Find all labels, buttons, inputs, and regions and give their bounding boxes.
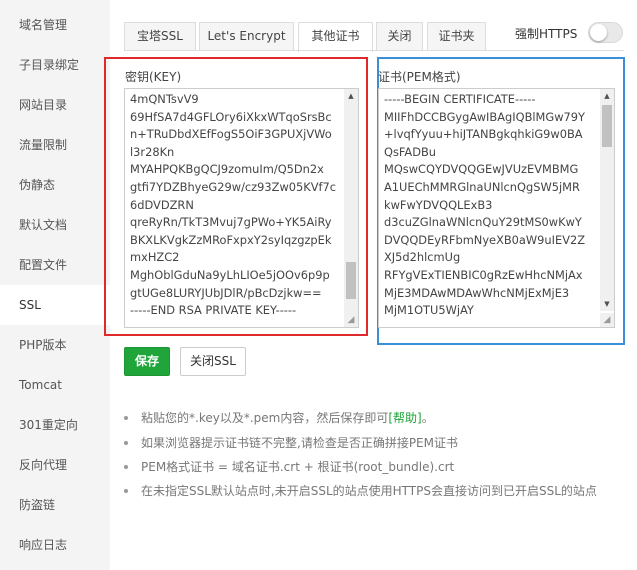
- scroll-up-arrow-icon[interactable]: ▲: [344, 89, 358, 103]
- tab-baota-ssl[interactable]: 宝塔SSL: [124, 22, 196, 51]
- tab-lets-encrypt[interactable]: Let's Encrypt: [199, 22, 294, 51]
- bullet-icon: [124, 488, 128, 493]
- sidebar-item-301-redirect[interactable]: 301重定向: [0, 405, 110, 445]
- tabs-divider: [124, 50, 624, 51]
- bullet-icon: [124, 440, 128, 445]
- note-cert-chain: 如果浏览器提示证书链不完整,请检查是否正确拼接PEM证书: [124, 433, 458, 453]
- note-tail: 。: [421, 411, 434, 425]
- key-scroll-thumb[interactable]: [346, 262, 356, 299]
- scroll-up-arrow-icon[interactable]: ▲: [600, 89, 614, 103]
- toggle-knob: [590, 24, 607, 41]
- sidebar-item-rewrite[interactable]: 伪静态: [0, 165, 110, 205]
- sidebar-item-ssl[interactable]: SSL: [0, 285, 110, 325]
- cert-textarea-content: -----BEGIN CERTIFICATE----- MIIFhDCCBGyg…: [384, 92, 586, 318]
- save-button[interactable]: 保存: [124, 347, 170, 376]
- note-paste-key: 粘贴您的*.key以及*.pem内容，然后保存即可[帮助]。: [124, 408, 434, 428]
- note-text: PEM格式证书 = 域名证书.crt + 根证书(root_bundle).cr…: [141, 460, 455, 474]
- cert-scroll-thumb[interactable]: [602, 105, 612, 147]
- note-text: 在未指定SSL默认站点时,未开启SSL的站点使用HTTPS会直接访问到已开启SS…: [141, 484, 597, 498]
- sidebar: 域名管理 子目录绑定 网站目录 流量限制 伪静态 默认文档 配置文件 SSL P…: [0, 0, 110, 570]
- sidebar-item-hotlink-protection[interactable]: 防盗链: [0, 485, 110, 525]
- sidebar-item-response-log[interactable]: 响应日志: [0, 525, 110, 565]
- cert-scrollbar[interactable]: ▲ ▼: [600, 89, 614, 311]
- cert-textarea[interactable]: -----BEGIN CERTIFICATE----- MIIFhDCCBGyg…: [378, 88, 615, 328]
- key-textarea[interactable]: 4mQNTsvV9 69HfSA7d4GFLOry6iXkxWTqoSrsBc …: [124, 88, 359, 328]
- bullet-icon: [124, 415, 128, 420]
- sidebar-item-default-doc[interactable]: 默认文档: [0, 205, 110, 245]
- sidebar-item-reverse-proxy[interactable]: 反向代理: [0, 445, 110, 485]
- sidebar-item-config-file[interactable]: 配置文件: [0, 245, 110, 285]
- sidebar-item-traffic-limit[interactable]: 流量限制: [0, 125, 110, 165]
- note-text: 如果浏览器提示证书链不完整,请检查是否正确拼接PEM证书: [141, 436, 458, 450]
- key-field-label: 密钥(KEY): [125, 70, 182, 84]
- tab-other-certificate[interactable]: 其他证书: [298, 22, 373, 52]
- note-pem-format: PEM格式证书 = 域名证书.crt + 根证书(root_bundle).cr…: [124, 457, 454, 477]
- sidebar-item-tomcat[interactable]: Tomcat: [0, 365, 110, 405]
- note-default-site: 在未指定SSL默认站点时,未开启SSL的站点使用HTTPS会直接访问到已开启SS…: [124, 481, 597, 501]
- sidebar-item-php-version[interactable]: PHP版本: [0, 325, 110, 365]
- note-text: 粘贴您的*.key以及*.pem内容，然后保存即可: [141, 411, 389, 425]
- scroll-down-arrow-icon[interactable]: ▼: [600, 297, 614, 311]
- force-https-toggle[interactable]: [588, 22, 623, 43]
- tab-close[interactable]: 关闭: [376, 22, 423, 51]
- resize-grip-icon[interactable]: ◢: [344, 313, 358, 327]
- tab-certificate-folder[interactable]: 证书夹: [427, 22, 486, 51]
- close-ssl-button[interactable]: 关闭SSL: [180, 347, 246, 376]
- force-https-label: 强制HTTPS: [515, 27, 578, 41]
- bullet-icon: [124, 464, 128, 469]
- key-textarea-content: 4mQNTsvV9 69HfSA7d4GFLOry6iXkxWTqoSrsBc …: [130, 92, 337, 318]
- resize-grip-icon[interactable]: ◢: [600, 313, 614, 327]
- key-scrollbar[interactable]: ▲: [344, 89, 358, 327]
- help-link[interactable]: [帮助]: [388, 411, 421, 425]
- sidebar-item-domain[interactable]: 域名管理: [0, 5, 110, 45]
- sidebar-item-subdir-binding[interactable]: 子目录绑定: [0, 45, 110, 85]
- sidebar-item-site-directory[interactable]: 网站目录: [0, 85, 110, 125]
- cert-field-label: 证书(PEM格式): [378, 70, 461, 84]
